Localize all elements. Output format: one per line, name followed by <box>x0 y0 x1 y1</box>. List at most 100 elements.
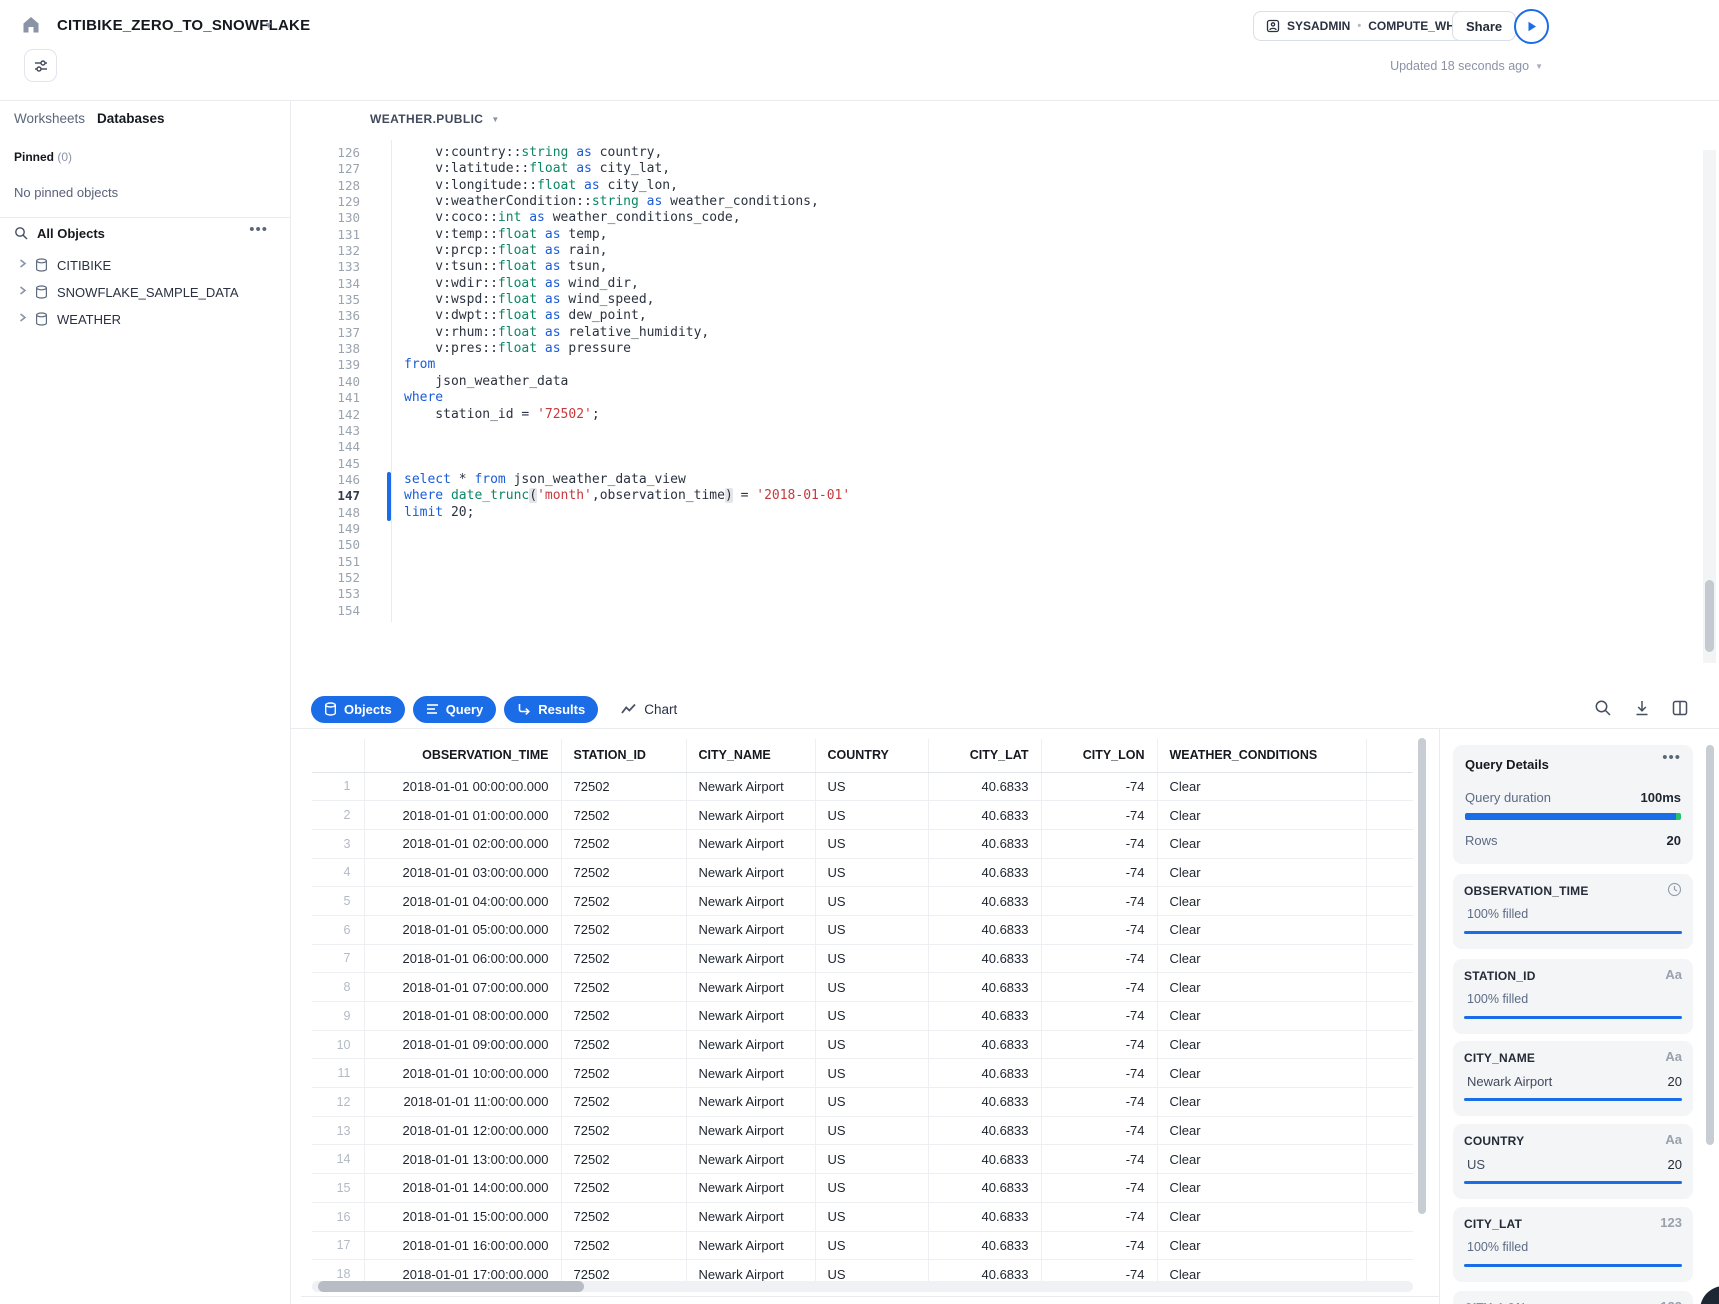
table-cell[interactable]: 40.6833 <box>928 1144 1042 1175</box>
table-cell[interactable]: 40.6833 <box>928 886 1042 916</box>
table-cell[interactable]: Clear <box>1157 1116 1367 1146</box>
table-cell[interactable]: Clear <box>1157 944 1367 974</box>
table-cell[interactable]: 40.6833 <box>928 1001 1042 1031</box>
table-cell[interactable]: Newark Airport <box>686 944 816 974</box>
table-cell[interactable]: -74 <box>1041 1087 1158 1117</box>
sidebar-database-item[interactable]: SNOWFLAKE_SAMPLE_DATA <box>0 279 290 306</box>
code-line[interactable] <box>404 456 850 472</box>
table-cell[interactable]: US <box>815 800 929 830</box>
table-cell[interactable]: Newark Airport <box>686 1116 816 1146</box>
code-line[interactable]: v:pres::float as pressure <box>404 341 850 357</box>
code-line[interactable] <box>404 521 850 537</box>
table-cell[interactable]: 40.6833 <box>928 1231 1042 1261</box>
table-cell[interactable]: Clear <box>1157 1231 1367 1261</box>
table-row[interactable]: 16 2018-01-01 15:00:00.000 72502 Newark Air… <box>312 1202 1413 1232</box>
table-cell[interactable]: US <box>815 1231 929 1261</box>
table-cell[interactable]: US <box>815 1058 929 1089</box>
table-cell[interactable]: Newark Airport <box>686 1173 816 1203</box>
query-button[interactable]: Query <box>412 695 497 723</box>
table-cell[interactable]: Clear <box>1157 915 1367 945</box>
column-stat-card[interactable]: COUNTRY Aa US 20 <box>1453 1124 1693 1199</box>
table-cell[interactable]: US <box>815 1173 929 1203</box>
table-cell[interactable]: 72502 <box>561 1231 687 1261</box>
table-cell[interactable]: Newark Airport <box>686 1087 816 1117</box>
table-cell[interactable]: -74 <box>1041 1030 1158 1060</box>
table-cell[interactable]: 40.6833 <box>928 858 1042 888</box>
table-cell[interactable]: 72502 <box>561 1116 687 1146</box>
table-cell[interactable]: Clear <box>1157 1001 1367 1031</box>
all-objects-label[interactable]: All Objects <box>37 226 105 241</box>
table-cell[interactable]: US <box>815 1087 929 1117</box>
table-row[interactable]: 4 2018-01-01 03:00:00.000 72502 Newark Airp… <box>312 858 1413 888</box>
table-cell[interactable]: US <box>815 829 929 859</box>
table-cell[interactable]: -74 <box>1041 1116 1158 1146</box>
table-cell[interactable]: Clear <box>1157 829 1367 859</box>
table-cell[interactable]: 40.6833 <box>928 1202 1042 1232</box>
table-cell[interactable]: 72502 <box>561 915 687 945</box>
table-cell[interactable]: US <box>815 858 929 888</box>
table-cell[interactable]: 72502 <box>561 1058 687 1089</box>
table-cell[interactable]: -74 <box>1041 1144 1158 1175</box>
table-cell[interactable]: 2018-01-01 01:00:00.000 <box>364 800 562 830</box>
code-line[interactable]: station_id = '72502'; <box>404 407 850 423</box>
share-button[interactable]: Share <box>1452 11 1517 41</box>
search-results-icon[interactable] <box>1591 696 1615 720</box>
table-cell[interactable]: Newark Airport <box>686 915 816 945</box>
table-row[interactable]: 1 2018-01-01 00:00:00.000 72502 Newark Airp… <box>312 772 1413 802</box>
column-stat-card[interactable]: STATION_ID Aa 100% filled <box>1453 959 1693 1034</box>
table-cell[interactable]: Clear <box>1157 1087 1367 1117</box>
code-line[interactable]: v:temp::float as temp, <box>404 227 850 243</box>
table-cell[interactable]: -74 <box>1041 829 1158 859</box>
column-header[interactable]: CITY_NAME <box>686 739 816 773</box>
table-cell[interactable]: Newark Airport <box>686 886 816 916</box>
table-cell[interactable]: US <box>815 1001 929 1031</box>
table-cell[interactable]: Newark Airport <box>686 1030 816 1060</box>
table-cell[interactable]: Newark Airport <box>686 800 816 830</box>
code-line[interactable]: from <box>404 357 850 373</box>
table-cell[interactable]: 2018-01-01 02:00:00.000 <box>364 829 562 859</box>
split-columns-icon[interactable] <box>1668 696 1692 720</box>
code-line[interactable]: json_weather_data <box>404 374 850 390</box>
table-cell[interactable]: 72502 <box>561 1087 687 1117</box>
table-cell[interactable]: Clear <box>1157 886 1367 916</box>
table-row[interactable]: 15 2018-01-01 14:00:00.000 72502 Newark Air… <box>312 1173 1413 1203</box>
chevron-right-icon[interactable] <box>18 286 27 295</box>
table-cell[interactable]: 72502 <box>561 1144 687 1175</box>
table-cell[interactable]: US <box>815 772 929 802</box>
table-cell[interactable]: 40.6833 <box>928 1116 1042 1146</box>
table-cell[interactable]: -74 <box>1041 772 1158 802</box>
run-query-button[interactable] <box>1514 9 1549 44</box>
all-objects-more-icon[interactable]: ••• <box>249 221 268 238</box>
panel-scrollbar[interactable] <box>1706 745 1714 1285</box>
code-line[interactable]: select * from json_weather_data_view <box>404 472 850 488</box>
code-line[interactable] <box>404 586 850 602</box>
role-warehouse-selector[interactable]: SYSADMIN • COMPUTE_WH <box>1253 11 1468 41</box>
table-cell[interactable]: 2018-01-01 08:00:00.000 <box>364 1001 562 1031</box>
search-icon[interactable] <box>14 226 28 240</box>
code-line[interactable] <box>404 570 850 586</box>
table-cell[interactable]: 2018-01-01 16:00:00.000 <box>364 1231 562 1261</box>
table-cell[interactable]: 40.6833 <box>928 1058 1042 1089</box>
table-cell[interactable]: US <box>815 1144 929 1175</box>
table-cell[interactable]: 72502 <box>561 858 687 888</box>
panel-scrollbar-thumb[interactable] <box>1706 745 1714 1145</box>
column-header[interactable]: OBSERVATION_TIME <box>364 739 562 773</box>
editor-context-selector[interactable]: WEATHER.PUBLIC ▼ <box>370 112 500 126</box>
objects-button[interactable]: Objects <box>311 695 405 723</box>
table-cell[interactable]: 2018-01-01 09:00:00.000 <box>364 1030 562 1060</box>
worksheet-config-button[interactable] <box>24 49 57 82</box>
column-stat-card[interactable]: CITY_LAT 123 100% filled <box>1453 1207 1693 1282</box>
table-cell[interactable]: 72502 <box>561 800 687 830</box>
table-cell[interactable]: 2018-01-01 07:00:00.000 <box>364 972 562 1002</box>
code-line[interactable]: v:coco::int as weather_conditions_code, <box>404 210 850 226</box>
code-line[interactable] <box>404 423 850 439</box>
table-row[interactable]: 10 2018-01-01 09:00:00.000 72502 Newark Air… <box>312 1030 1413 1060</box>
code-line[interactable]: where date_trunc('month',observation_tim… <box>404 488 850 504</box>
table-cell[interactable]: 72502 <box>561 972 687 1002</box>
table-cell[interactable]: 40.6833 <box>928 1173 1042 1203</box>
table-cell[interactable]: -74 <box>1041 1058 1158 1089</box>
table-cell[interactable]: 2018-01-01 10:00:00.000 <box>364 1058 562 1089</box>
column-header[interactable]: COUNTRY <box>815 739 929 773</box>
table-cell[interactable]: 72502 <box>561 1030 687 1060</box>
tab-databases[interactable]: Databases <box>97 111 165 126</box>
